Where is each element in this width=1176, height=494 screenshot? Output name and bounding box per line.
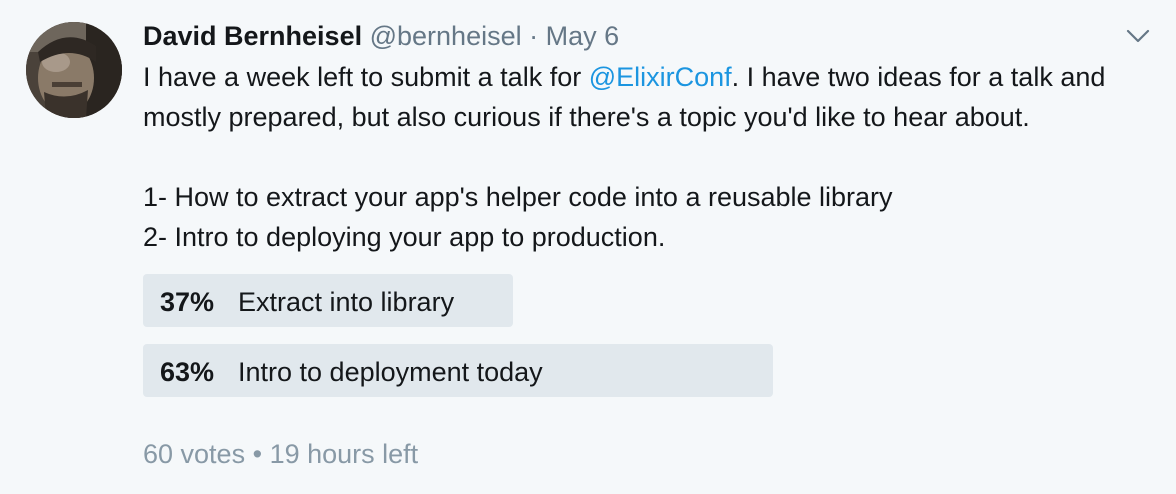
tweet-header: David Bernheisel @bernheisel · May 6 xyxy=(143,18,1153,54)
tweet-date[interactable]: May 6 xyxy=(546,21,620,51)
poll-percentage: 63% xyxy=(160,357,215,387)
poll-choice: 63% Intro to deployment today xyxy=(143,344,1143,397)
poll-choice-label: 37% Extract into library xyxy=(160,274,454,327)
chevron-down-icon[interactable] xyxy=(1126,28,1150,44)
author-handle[interactable]: @bernheisel xyxy=(370,21,522,51)
mention-link[interactable]: @ElixirConf xyxy=(589,62,732,92)
poll-percentage: 37% xyxy=(160,287,215,317)
poll-choice-label: 63% Intro to deployment today xyxy=(160,344,543,397)
poll-footer-bullet: • xyxy=(252,439,263,469)
poll-vote-count: 60 votes xyxy=(143,439,246,469)
tweet-paragraph: I have a week left to submit a talk for … xyxy=(143,57,1153,137)
header-separator: · xyxy=(529,21,539,51)
tweet-content: David Bernheisel @bernheisel · May 6 I h… xyxy=(143,18,1153,257)
tweet-text: I have a week left to submit a talk for … xyxy=(143,57,1153,257)
avatar-photo xyxy=(26,22,122,118)
tweet-text-start: I have a week left to submit a talk for xyxy=(143,62,589,92)
avatar[interactable] xyxy=(26,22,122,118)
tweet-card[interactable]: David Bernheisel @bernheisel · May 6 I h… xyxy=(0,0,1176,494)
poll-option-text: Intro to deployment today xyxy=(238,357,543,387)
author-name[interactable]: David Bernheisel xyxy=(143,21,362,51)
tweet-list-item-2: 2- Intro to deploying your app to produc… xyxy=(143,222,666,252)
poll-footer: 60 votes • 19 hours left xyxy=(143,436,418,472)
poll-time-left: 19 hours left xyxy=(269,439,419,469)
tweet-list-item-1: 1- How to extract your app's helper code… xyxy=(143,182,893,212)
poll: 37% Extract into library 63% Intro to depl… xyxy=(143,274,1143,414)
poll-choice: 37% Extract into library xyxy=(143,274,1143,327)
poll-option-text: Extract into library xyxy=(238,287,455,317)
